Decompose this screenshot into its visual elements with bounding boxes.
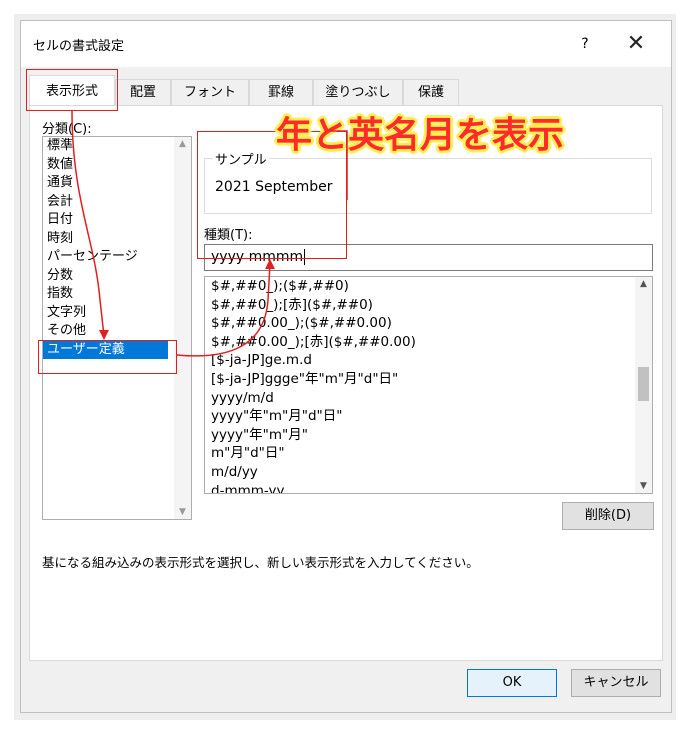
arrow-annotation-link <box>330 130 348 200</box>
arrow-tab-to-category <box>71 110 105 337</box>
arrow-head <box>265 259 275 269</box>
arrow-head <box>99 330 109 340</box>
arrow-category-to-type <box>176 263 271 357</box>
annotation-arrows <box>71 110 348 357</box>
